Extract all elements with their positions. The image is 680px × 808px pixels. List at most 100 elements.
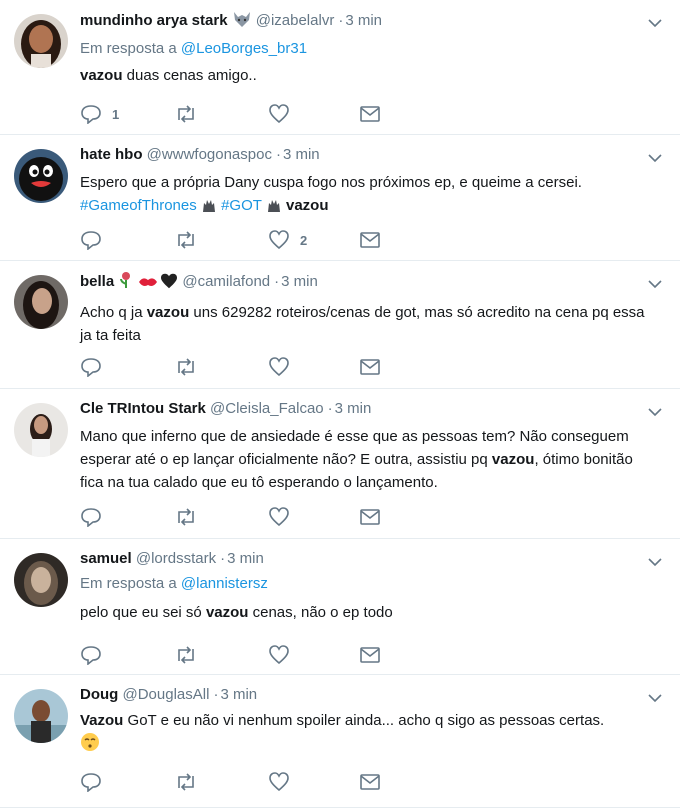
tweet-text: Vazou GoT e eu não vi nenhum spoiler ain… (80, 709, 660, 759)
chevron-down-icon[interactable] (648, 153, 662, 163)
avatar[interactable] (14, 553, 68, 607)
reply-button[interactable]: 1 (80, 104, 119, 124)
like-count: 2 (300, 232, 308, 248)
highlight-keyword: vazou (205, 604, 249, 621)
reply-mention-link[interactable]: @lannistersz (181, 575, 268, 592)
user-handle[interactable]: @Cleisla_Falcao (210, 400, 324, 417)
reply-icon (81, 358, 101, 377)
reply-button[interactable] (80, 507, 102, 527)
tweet-header: hate hbo @wwwfogonaspoc · 3 min (80, 145, 660, 165)
avatar[interactable] (14, 14, 68, 68)
reply-button[interactable] (80, 357, 102, 377)
tweet-header: Cle TRIntou Stark @Cleisla_Falcao · 3 min (80, 399, 660, 419)
timestamp[interactable]: 3 min (345, 12, 382, 29)
retweet-button[interactable] (174, 230, 198, 250)
avatar[interactable] (14, 149, 68, 203)
text-span: Espero que a própria Dany cuspa fogo nos… (80, 174, 582, 191)
user-handle[interactable]: @wwwfogonaspoc (147, 146, 272, 163)
timestamp[interactable]: 3 min (227, 550, 264, 567)
heart-icon (269, 230, 289, 250)
like-button[interactable] (268, 357, 290, 377)
direct-message-button[interactable] (359, 772, 381, 792)
user-handle[interactable]: @izabelalvr (256, 12, 335, 29)
separator-dot: · (338, 12, 344, 29)
avatar[interactable] (14, 689, 68, 743)
reply-button[interactable] (80, 230, 112, 250)
reply-mention-link[interactable]: @LeoBorges_br31 (181, 40, 307, 57)
like-button[interactable] (268, 507, 290, 527)
display-name[interactable]: samuel (80, 550, 132, 567)
like-button[interactable] (268, 772, 290, 792)
retweet-button[interactable] (174, 772, 198, 792)
heart-icon (269, 645, 289, 665)
like-button[interactable]: 2 (268, 230, 307, 250)
user-handle[interactable]: @lordsstark (136, 550, 216, 567)
tweet[interactable]: Doug @DouglasAll · 3 min Vazou GoT e eu nã… (0, 675, 680, 808)
avatar[interactable] (14, 403, 68, 457)
reply-icon (81, 646, 101, 665)
direct-message-button[interactable] (359, 104, 381, 124)
tweet[interactable]: mundinho arya stark @izabelalvr · 3 min Em… (0, 0, 680, 135)
timestamp[interactable]: 3 min (283, 146, 320, 163)
timestamp[interactable]: 3 min (335, 400, 372, 417)
envelope-icon (360, 106, 380, 122)
display-name[interactable]: hate hbo (80, 146, 143, 163)
hashtag-link[interactable]: #GOT (221, 197, 262, 214)
avatar[interactable] (14, 275, 68, 329)
chevron-down-icon[interactable] (648, 557, 662, 567)
retweet-icon (178, 231, 194, 249)
highlight-keyword: vazou (80, 67, 123, 84)
heart-icon (269, 357, 289, 377)
separator-dot: · (274, 273, 280, 290)
tweet[interactable]: hate hbo @wwwfogonaspoc · 3 min Espero que… (0, 135, 680, 261)
envelope-icon (360, 509, 380, 525)
timestamp[interactable]: 3 min (220, 686, 257, 703)
chevron-down-icon[interactable] (648, 279, 662, 289)
text-span: duas cenas amigo.. (122, 67, 257, 84)
retweet-icon (178, 646, 194, 664)
heart-icon (269, 772, 289, 792)
highlight-keyword: vazou (491, 451, 535, 468)
like-button[interactable] (268, 104, 300, 124)
text-span: cenas, não o ep todo (248, 604, 393, 621)
tweet-actions (80, 772, 410, 792)
display-name[interactable]: Cle TRIntou Stark (80, 400, 206, 417)
hashtag-link[interactable]: #GameofThrones (80, 197, 197, 214)
user-handle[interactable]: @camilafond (182, 273, 270, 290)
direct-message-button[interactable] (359, 230, 381, 250)
direct-message-button[interactable] (359, 507, 381, 527)
tweet[interactable]: Cle TRIntou Stark @Cleisla_Falcao · 3 min … (0, 389, 680, 539)
chevron-down-icon[interactable] (648, 693, 662, 703)
highlight-keyword: Vazou (80, 712, 124, 729)
user-handle[interactable]: @DouglasAll (123, 686, 210, 703)
chevron-down-icon[interactable] (648, 18, 662, 28)
envelope-icon (360, 647, 380, 663)
retweet-button[interactable] (174, 507, 198, 527)
text-span: pelo que eu sei só (80, 604, 206, 621)
tweet-text: vazou duas cenas amigo.. (80, 64, 660, 87)
display-name[interactable]: Doug (80, 686, 118, 703)
reply-button[interactable] (80, 772, 102, 792)
heart-icon (269, 507, 289, 527)
retweet-icon (178, 508, 194, 526)
direct-message-button[interactable] (359, 645, 381, 665)
retweet-button[interactable] (174, 645, 198, 665)
separator-dot: · (213, 686, 219, 703)
retweet-icon (178, 105, 194, 123)
tweet[interactable]: samuel @lordsstark · 3 min Em resposta a @… (0, 539, 680, 675)
retweet-button[interactable] (174, 357, 198, 377)
timestamp[interactable]: 3 min (281, 273, 318, 290)
direct-message-button[interactable] (359, 357, 381, 377)
text-span: GoT e eu não vi nenhum spoiler ainda... … (123, 712, 605, 729)
like-button[interactable] (268, 645, 290, 665)
reply-button[interactable] (80, 645, 102, 665)
chevron-down-icon[interactable] (648, 407, 662, 417)
rose-emoji-icon (118, 271, 134, 295)
tweet[interactable]: bella @camilafond · 3 min Acho q ja vazou … (0, 261, 680, 389)
reply-context: Em resposta a @LeoBorges_br31 (80, 39, 660, 59)
display-name[interactable]: mundinho arya stark (80, 12, 228, 29)
kiss-mark-emoji-icon (138, 275, 158, 295)
separator-dot: · (275, 146, 281, 163)
display-name[interactable]: bella (80, 273, 114, 290)
retweet-button[interactable] (174, 104, 198, 124)
